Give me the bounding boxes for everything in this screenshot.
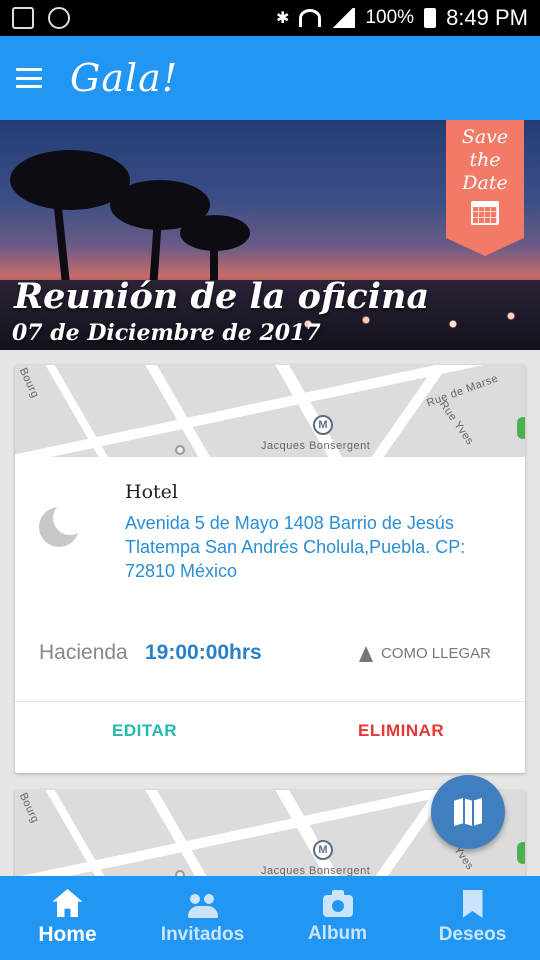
divider: [15, 701, 525, 702]
signal-icon: [331, 8, 356, 28]
metro-icon: M: [313, 840, 333, 860]
moon-icon: [39, 501, 87, 547]
location-type: Hotel: [125, 481, 178, 503]
gallery-icon: [12, 7, 34, 29]
directions-label: COMO LLEGAR: [380, 645, 491, 662]
event-time: 19:00:00hrs: [145, 641, 262, 664]
delete-button[interactable]: ELIMINAR: [358, 721, 444, 741]
map-label-street-2: Rue Yves: [436, 398, 476, 448]
nav-album-label: Album: [307, 923, 368, 944]
nav-home-label: Home: [38, 923, 97, 946]
bluetooth-icon: ✱: [276, 10, 290, 27]
navigation-arrow-icon: [358, 645, 373, 662]
nav-invitados-label: Invitados: [160, 924, 245, 945]
battery-icon: [424, 8, 437, 28]
clock: 8:49 PM: [446, 5, 528, 30]
app-bar: Gala!: [0, 36, 540, 120]
nav-album[interactable]: Album: [270, 876, 405, 960]
save-date-line-1: Save: [461, 126, 509, 148]
save-date-line-3: Date: [462, 172, 508, 194]
people-icon: [187, 890, 218, 918]
location-card: M Jacques Bonsergent Rue de Marse Rue Yv…: [15, 365, 525, 773]
venue-name: Hacienda: [39, 641, 128, 664]
metro-icon: M: [313, 415, 333, 435]
map-label-station: Jacques Bonsergent: [261, 440, 371, 452]
battery-percent: 100%: [365, 7, 415, 28]
save-the-date-button[interactable]: Save the Date: [446, 120, 524, 238]
nav-home[interactable]: Home: [0, 876, 135, 960]
camera-icon: [322, 890, 353, 917]
map-pin-icon: [517, 842, 525, 864]
hamburger-menu-icon[interactable]: [16, 68, 42, 88]
bottom-navigation: Home Invitados Album Deseos: [0, 876, 540, 960]
directions-button[interactable]: COMO LLEGAR: [358, 645, 491, 662]
sync-icon: [48, 7, 70, 29]
edit-button[interactable]: EDITAR: [112, 721, 177, 741]
map-icon: [454, 798, 482, 826]
app-logo: Gala!: [70, 56, 179, 100]
calendar-icon: [471, 201, 499, 225]
bookmark-icon: [462, 890, 483, 918]
save-date-line-2: the: [469, 149, 501, 171]
status-bar: ✱ 100% 8:49 PM: [0, 0, 540, 36]
nav-invitados[interactable]: Invitados: [135, 876, 270, 960]
event-title: Reunión de la oficina: [14, 276, 430, 317]
map-fab-button[interactable]: [431, 775, 505, 849]
home-icon: [52, 889, 83, 917]
map-pin-icon: [517, 417, 525, 439]
event-date: 07 de Diciembre de 2017: [12, 320, 321, 346]
map-label-street-2: Bourg: [16, 791, 42, 825]
location-address[interactable]: Avenida 5 de Mayo 1408 Barrio de Jesús T…: [125, 511, 505, 583]
nav-deseos[interactable]: Deseos: [405, 876, 540, 960]
map-label-street-3: Bourg: [16, 366, 42, 400]
nav-deseos-label: Deseos: [438, 924, 507, 945]
wifi-icon: [299, 9, 322, 27]
location-map[interactable]: M Jacques Bonsergent Rue de Marse Rue Yv…: [15, 365, 525, 457]
